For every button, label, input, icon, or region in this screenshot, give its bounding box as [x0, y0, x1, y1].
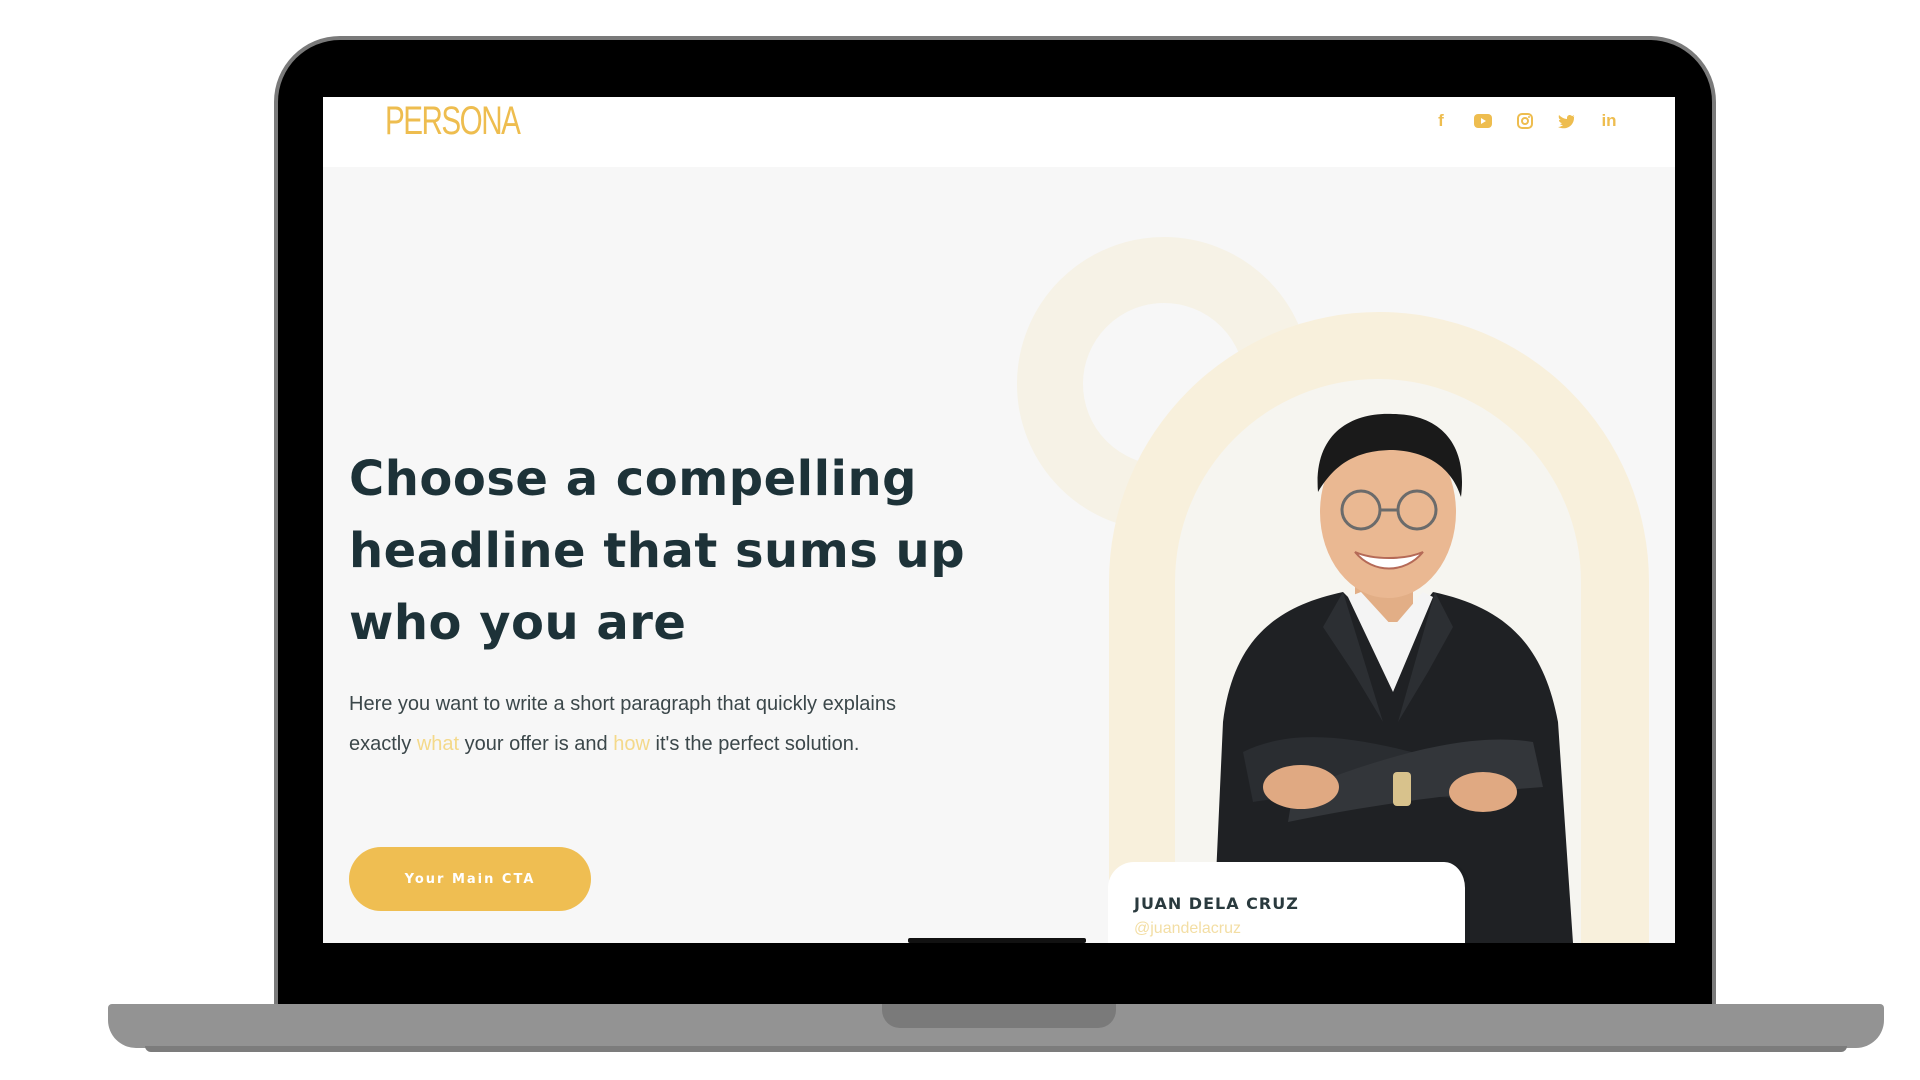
hero-paragraph-highlight-how: how: [613, 733, 650, 755]
scroll-indicator: [908, 938, 1086, 943]
facebook-glyph: f: [1438, 111, 1444, 130]
youtube-icon-graphic: [1474, 114, 1492, 128]
laptop-base-shadow: [145, 1046, 1847, 1052]
hero-paragraph-part2: your offer is and: [459, 733, 614, 755]
hero-paragraph-highlight-what: what: [416, 733, 460, 755]
hero-paragraph-part3: it's the perfect solution.: [649, 733, 860, 755]
twitter-icon-graphic: [1558, 114, 1575, 128]
profile-card: JUAN DELA CRUZ @juandelacruz: [1108, 862, 1470, 943]
site-logo[interactable]: PERSONA: [385, 99, 521, 143]
profile-name: JUAN DELA CRUZ: [1134, 894, 1299, 913]
instagram-icon-graphic: [1517, 113, 1533, 129]
site-header: PERSONA f in: [323, 97, 1675, 167]
laptop-screen: PERSONA f in Choose a compelling headlin…: [323, 97, 1675, 943]
facebook-icon[interactable]: f: [1429, 109, 1453, 133]
social-links: f in: [1429, 109, 1621, 133]
linkedin-icon[interactable]: in: [1597, 109, 1621, 133]
linkedin-glyph: in: [1601, 111, 1617, 130]
laptop-mockup: PERSONA f in Choose a compelling headlin…: [0, 0, 1920, 1080]
youtube-icon[interactable]: [1471, 109, 1495, 133]
profile-handle[interactable]: @juandelacruz: [1134, 920, 1241, 938]
hero-paragraph: Here you want to write a short paragraph…: [349, 684, 949, 764]
laptop-notch: [882, 1004, 1116, 1028]
hero-headline: Choose a compelling headline that sums u…: [349, 451, 966, 651]
instagram-icon[interactable]: [1513, 109, 1537, 133]
profile-photo: [1213, 413, 1573, 943]
twitter-icon[interactable]: [1555, 109, 1579, 133]
main-cta-button[interactable]: Your Main CTA: [349, 847, 591, 911]
